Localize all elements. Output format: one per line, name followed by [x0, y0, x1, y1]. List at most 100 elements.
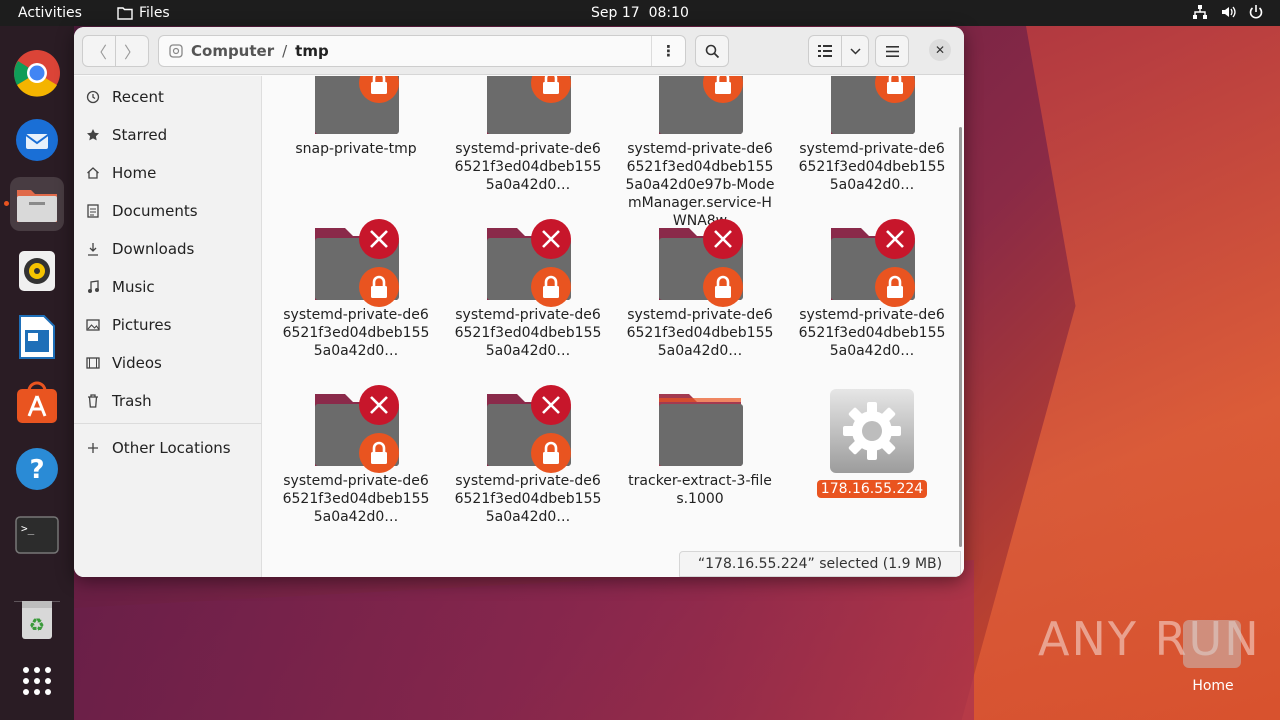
file-item[interactable]: systemd-private-de66521f3ed04dbeb1555a0a…: [787, 219, 957, 360]
file-item[interactable]: snap-private-tmp: [271, 76, 441, 158]
sidebar-item-recent[interactable]: Recent: [74, 80, 262, 114]
download-icon: [74, 242, 112, 256]
sidebar-item-starred[interactable]: Starred: [74, 118, 262, 152]
lock-emblem-icon: [359, 267, 399, 307]
network-icon: [1193, 5, 1207, 19]
search-button[interactable]: [695, 35, 729, 67]
path-tmp[interactable]: tmp: [291, 42, 333, 60]
trash-icon: [74, 394, 112, 408]
sidebar-item-label: Starred: [112, 126, 168, 144]
close-icon: ✕: [934, 43, 946, 57]
sidebar-item-pictures[interactable]: Pictures: [74, 308, 262, 342]
system-tray[interactable]: [1192, 4, 1264, 20]
clock-button[interactable]: Sep 17 08:10: [591, 5, 689, 21]
sidebar-separator: [74, 423, 262, 424]
sidebar-item-other-locations[interactable]: Other Locations: [74, 431, 262, 465]
sidebar-item-home[interactable]: Home: [74, 156, 262, 190]
status-text: “178.16.55.224” selected (1.9 MB): [697, 556, 943, 572]
folder-icon: [485, 385, 571, 473]
sidebar-item-videos[interactable]: Videos: [74, 346, 262, 380]
file-item[interactable]: systemd-private-de66521f3ed04dbeb1555a0a…: [271, 219, 441, 360]
more-vertical-icon: ⋮: [661, 42, 676, 60]
sidebar-item-trash[interactable]: Trash: [74, 384, 262, 418]
clock: Sep 17 08:10: [0, 5, 1280, 21]
sidebar-item-music[interactable]: Music: [74, 270, 262, 304]
view-list-button[interactable]: [808, 35, 842, 67]
drive-icon: [169, 44, 183, 58]
lock-emblem-icon: [875, 267, 915, 307]
main-menu-button[interactable]: [875, 35, 909, 67]
wallpaper-accent: [74, 560, 974, 720]
file-item[interactable]: systemd-private-de66521f3ed04dbeb1555a0a…: [787, 76, 957, 194]
path-menu-button[interactable]: ⋮: [651, 36, 685, 66]
forward-button[interactable]: 〉: [115, 35, 149, 67]
file-item[interactable]: systemd-private-de66521f3ed04dbeb1555a0a…: [615, 219, 785, 360]
lock-emblem-icon: [703, 267, 743, 307]
lock-emblem-icon: [359, 433, 399, 473]
sidebar-item-documents[interactable]: Documents: [74, 194, 262, 228]
dock: ? >_ ♻: [0, 26, 74, 720]
music-icon: [74, 280, 112, 294]
software-icon[interactable]: [10, 376, 64, 430]
file-grid: snap-private-tmp systemd-private-de66521f…: [263, 76, 964, 577]
scrollbar[interactable]: [959, 127, 962, 547]
list-view-icon: [818, 45, 832, 57]
close-button[interactable]: ✕: [929, 39, 951, 61]
file-item[interactable]: systemd-private-de66521f3ed04dbeb1555a0a…: [443, 76, 613, 194]
back-button[interactable]: 〈: [82, 35, 116, 67]
folder-icon: [313, 76, 399, 136]
folder-icon: [313, 219, 399, 307]
home-folder-label[interactable]: Home: [1182, 678, 1244, 694]
folder-icon: [485, 76, 571, 136]
unreadable-emblem-icon: [703, 219, 743, 259]
sidebar-item-label: Trash: [112, 392, 152, 410]
view-options-button[interactable]: [841, 35, 869, 67]
path-computer[interactable]: Computer: [187, 42, 278, 60]
file-item[interactable]: systemd-private-de66521f3ed04dbeb1555a0a…: [443, 385, 613, 526]
unreadable-emblem-icon: [531, 385, 571, 425]
header-bar: 〈 〉 Computer / tmp ⋮ ✕: [74, 27, 964, 75]
home-folder-icon[interactable]: [1183, 620, 1241, 668]
sidebar-item-downloads[interactable]: Downloads: [74, 232, 262, 266]
clock-time: 08:10: [648, 5, 689, 21]
power-icon: [1249, 5, 1263, 19]
video-icon: [74, 357, 112, 369]
rhythmbox-icon[interactable]: [10, 244, 64, 298]
file-item[interactable]: tracker-extract-3-files.1000: [615, 388, 785, 508]
file-item[interactable]: systemd-private-de66521f3ed04dbeb1555a0a…: [271, 385, 441, 526]
folder-icon: [485, 219, 571, 307]
clock-icon: [74, 90, 112, 104]
trash-icon[interactable]: ♻: [10, 592, 64, 646]
file-name: systemd-private-de66521f3ed04dbeb1555a0a…: [454, 141, 602, 193]
svg-text:♻: ♻: [29, 615, 45, 636]
sidebar-item-label: Pictures: [112, 316, 172, 334]
hamburger-icon: [885, 45, 899, 57]
file-name: 178.16.55.224: [816, 480, 928, 498]
plus-icon: [74, 442, 112, 454]
file-item[interactable]: systemd-private-de66521f3ed04dbeb1555a0a…: [615, 76, 785, 230]
file-name: systemd-private-de66521f3ed04dbeb1555a0a…: [454, 473, 602, 525]
document-icon: [74, 204, 112, 218]
help-icon[interactable]: ?: [10, 442, 64, 496]
chevron-down-icon: [849, 47, 861, 55]
apps-grid-icon[interactable]: [10, 654, 64, 708]
file-name: systemd-private-de66521f3ed04dbeb1555a0a…: [625, 141, 775, 229]
file-name: systemd-private-de66521f3ed04dbeb1555a0a…: [282, 307, 430, 359]
unreadable-emblem-icon: [359, 385, 399, 425]
app-menu[interactable]: Files: [117, 5, 170, 21]
writer-icon[interactable]: [10, 310, 64, 364]
unreadable-emblem-icon: [875, 219, 915, 259]
chrome-icon[interactable]: [10, 46, 64, 100]
files-icon[interactable]: [10, 177, 64, 231]
file-item[interactable]: 178.16.55.224: [787, 388, 957, 498]
sidebar-item-label: Documents: [112, 202, 198, 220]
chevron-right-icon: 〉: [123, 43, 140, 62]
sidebar-item-label: Videos: [112, 354, 162, 372]
executable-gear-icon: [829, 388, 915, 474]
thunderbird-icon[interactable]: [10, 112, 64, 166]
terminal-icon[interactable]: >_: [10, 508, 64, 562]
lock-emblem-icon: [531, 267, 571, 307]
file-item[interactable]: systemd-private-de66521f3ed04dbeb1555a0a…: [443, 219, 613, 360]
svg-text:?: ?: [29, 455, 44, 485]
activities-button[interactable]: Activities: [18, 5, 82, 21]
